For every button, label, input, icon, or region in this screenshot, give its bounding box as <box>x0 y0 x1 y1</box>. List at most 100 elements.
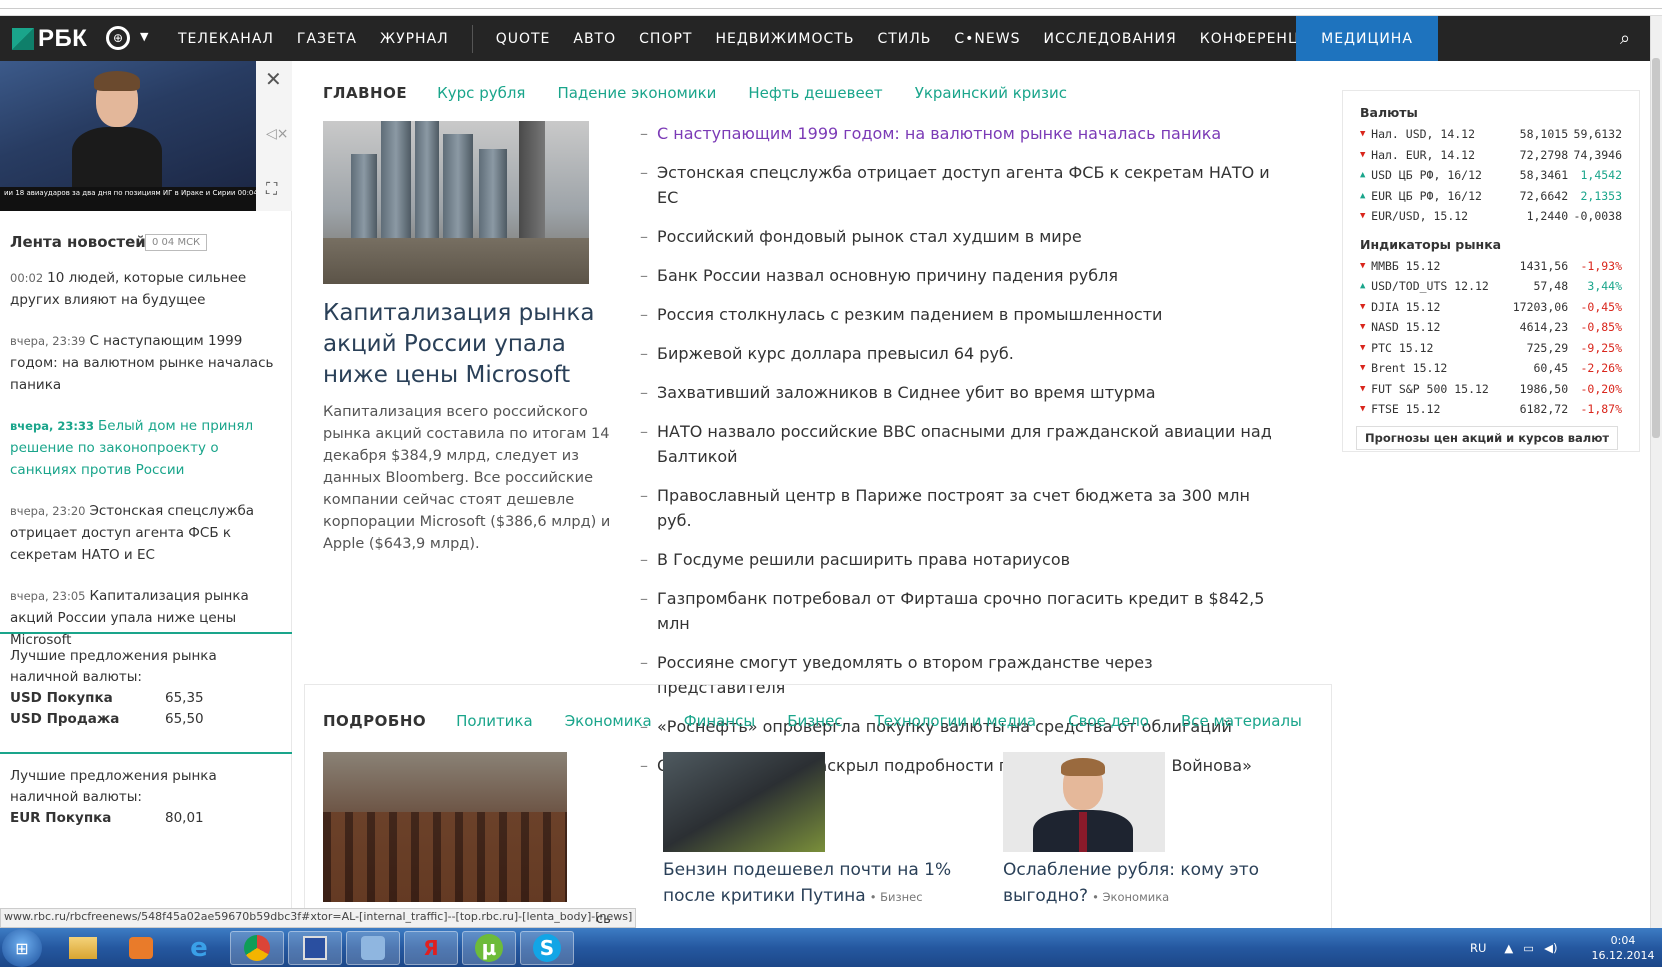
volume-icon[interactable]: ◀) <box>1544 941 1557 955</box>
market-row[interactable]: ▼ Нал. USD, 14.12 58,1015 59,6132 <box>1360 124 1622 145</box>
market-row[interactable]: ▼ Нал. EUR, 14.12 72,2798 74,3946 <box>1360 145 1622 166</box>
tab-link[interactable]: Технологии и медиа <box>875 712 1037 730</box>
tab-link[interactable]: Свое дело <box>1068 712 1149 730</box>
news-item[interactable]: – С наступающим 1999 годом: на валютном р… <box>640 121 1280 146</box>
taskbar-app-audio[interactable] <box>346 931 400 965</box>
tab-link[interactable]: Политика <box>456 712 533 730</box>
nav-link[interactable]: C•NEWS <box>954 31 1020 47</box>
gas-station-photo[interactable] <box>663 752 825 852</box>
nav-link[interactable]: ГАЗЕТА <box>297 31 357 47</box>
tab-link[interactable]: Курс рубля <box>437 84 525 102</box>
taskbar-app-ie[interactable]: e <box>172 931 226 965</box>
card-tag[interactable]: • Экономика <box>1092 890 1169 904</box>
feed-item-time: вчера, 23:05 <box>10 589 86 603</box>
taskbar-app-folder[interactable] <box>56 931 110 965</box>
taskbar-app-skype[interactable]: S <box>520 931 574 965</box>
rbc-logo[interactable]: РБК <box>12 24 87 54</box>
cafe-photo[interactable] <box>323 752 567 902</box>
taskbar-app-utorrent[interactable]: µ <box>462 931 516 965</box>
news-item[interactable]: – Банк России назвал основную причину пад… <box>640 263 1280 288</box>
windows-start-icon[interactable]: ⊞ <box>2 929 42 967</box>
news-item[interactable]: – Россия столкнулась с резким падением в … <box>640 302 1280 327</box>
nav-link[interactable]: ИССЛЕДОВАНИЯ <box>1043 31 1176 47</box>
market-row[interactable]: ▼ NASD 15.12 4614,23 -0,85% <box>1360 317 1622 338</box>
market-row[interactable]: ▼ DJIA 15.12 17203,06 -0,45% <box>1360 297 1622 318</box>
nav-link[interactable]: НЕДВИЖИМОСТЬ <box>715 31 854 47</box>
news-item[interactable]: – Захвативший заложников в Сиднее убит во… <box>640 380 1280 405</box>
feed-item[interactable]: 00:02 10 людей, которые сильнее других вл… <box>10 267 280 311</box>
nav-link[interactable]: ЖУРНАЛ <box>380 31 449 47</box>
feed-item[interactable]: вчера, 23:39 С наступающим 1999 годом: на… <box>10 330 280 396</box>
market-value: 17203,06 <box>1512 299 1569 314</box>
dash-bullet: – <box>640 422 648 441</box>
news-item[interactable]: – Биржевой курс доллара превысил 64 руб. <box>640 341 1280 366</box>
tab-link[interactable]: Все материалы <box>1181 712 1302 730</box>
taskbar-app-chrome[interactable] <box>230 931 284 965</box>
globe-icon[interactable]: ⊕ <box>106 26 130 50</box>
main-headline[interactable]: Капитализация рынка акций России упала н… <box>323 298 603 391</box>
chevron-down-icon[interactable]: ▼ <box>140 30 148 43</box>
card-title-petrol[interactable]: Бензин подешевел почти на 1% после крити… <box>663 857 963 910</box>
nav-link[interactable]: СПОРТ <box>639 31 692 47</box>
tray-arrow-icon[interactable]: ▲ <box>1504 941 1513 955</box>
market-row[interactable]: ▲ EUR ЦБ РФ, 16/12 72,6642 2,1353 <box>1360 186 1622 207</box>
market-row[interactable]: ▼ FTSE 15.12 6182,72 -1,87% <box>1360 399 1622 420</box>
main-article-photo[interactable] <box>323 121 589 284</box>
forecast-button[interactable]: Прогнозы цен акций и курсов валют <box>1356 425 1619 450</box>
taskbar-app-save[interactable] <box>288 931 342 965</box>
news-item[interactable]: – НАТО назвало российские ВВС опасными дл… <box>640 419 1280 469</box>
taskbar-app-media-player[interactable] <box>114 931 168 965</box>
market-value: 4614,23 <box>1519 320 1569 334</box>
tab-link[interactable]: Экономика <box>565 712 652 730</box>
card-title-ruble[interactable]: Ослабление рубля: кому это выгодно? • Эко… <box>1003 857 1283 910</box>
cash-key: USD Покупка <box>10 690 113 706</box>
economist-photo[interactable] <box>1003 752 1165 852</box>
news-item-text: Российский фондовый рынок стал худшим в … <box>657 227 1082 246</box>
tab-active[interactable]: ГЛАВНОЕ <box>323 84 407 102</box>
market-row[interactable]: ▼ ММВБ 15.12 1431,56 -1,93% <box>1360 256 1622 277</box>
feed-item[interactable]: вчера, 23:33 Белый дом не принял решение … <box>10 415 280 481</box>
market-name: Brent 15.12 <box>1371 361 1448 375</box>
language-indicator[interactable]: RU <box>1470 941 1486 955</box>
close-icon[interactable]: ✕ <box>265 67 282 91</box>
nav-link[interactable]: QUOTE <box>496 31 551 47</box>
market-row[interactable]: ▲ USD/TOD_UTS 12.12 57,48 3,44% <box>1360 276 1622 297</box>
nav-link[interactable]: ТЕЛЕКАНАЛ <box>178 31 274 47</box>
taskbar-app-yandex[interactable]: Я <box>404 931 458 965</box>
nav-medicine[interactable]: МЕДИЦИНА <box>1296 16 1438 61</box>
tab-link[interactable]: Финансы <box>684 712 756 730</box>
market-row[interactable]: ▼ FUT S&P 500 15.12 1986,50 -0,20% <box>1360 379 1622 400</box>
news-item[interactable]: – Российский фондовый рынок стал худшим в… <box>640 224 1280 249</box>
news-item[interactable]: – Эстонская спецслужба отрицает доступ аг… <box>640 160 1280 210</box>
news-item-text: Россия столкнулась с резким падением в п… <box>657 305 1163 324</box>
arrow-up-icon: ▲ <box>1360 170 1366 180</box>
tab-link[interactable]: Бизнес <box>787 712 842 730</box>
tab-link[interactable]: Нефть дешевеет <box>748 84 882 102</box>
news-item[interactable]: – Православный центр в Париже построят за… <box>640 483 1280 533</box>
feed-item[interactable]: вчера, 23:20 Эстонская спецслужба отрицае… <box>10 500 280 566</box>
folder-icon <box>69 937 97 959</box>
market-row[interactable]: ▼ РТС 15.12 725,29 -9,25% <box>1360 338 1622 359</box>
fullscreen-icon[interactable]: ⛶ <box>266 179 277 199</box>
card-tag[interactable]: • Бизнес <box>870 890 923 904</box>
market-row[interactable]: ▲ USD ЦБ РФ, 16/12 58,3461 1,4542 <box>1360 165 1622 186</box>
tab-link[interactable]: Падение экономики <box>557 84 716 102</box>
market-row[interactable]: ▼ EUR/USD, 15.12 1,2440 -0,0038 <box>1360 206 1622 227</box>
nav-link[interactable]: СТИЛЬ <box>877 31 931 47</box>
scrollbar-thumb[interactable] <box>1652 58 1660 438</box>
mute-icon[interactable]: ◁× <box>266 126 289 142</box>
news-item-text: Захвативший заложников в Сиднее убит во … <box>657 383 1156 402</box>
tab-link[interactable]: Украинский кризис <box>915 84 1067 102</box>
news-item[interactable]: – Газпромбанк потребовал от Фирташа срочн… <box>640 586 1280 636</box>
market-row[interactable]: ▼ Brent 15.12 60,45 -2,26% <box>1360 358 1622 379</box>
clock[interactable]: 0:04 16.12.2014 <box>1588 933 1658 963</box>
market-change: 3,44% <box>1587 279 1623 293</box>
taskbar: ⊞ e Яµ S RU ▲ ▭ ◀) 0:04 16.12.2014 <box>0 928 1662 967</box>
search-icon[interactable]: ⌕ <box>1620 28 1630 49</box>
video-player[interactable]: ии 18 авиаударов за два дня по позициям … <box>0 61 256 211</box>
nav-link[interactable]: АВТО <box>573 31 616 47</box>
chrome-icon <box>244 935 270 961</box>
tab-active[interactable]: ПОДРОБНО <box>323 712 426 730</box>
news-item[interactable]: – В Госдуме решили расширить права нотари… <box>640 547 1280 572</box>
network-icon[interactable]: ▭ <box>1523 941 1534 955</box>
